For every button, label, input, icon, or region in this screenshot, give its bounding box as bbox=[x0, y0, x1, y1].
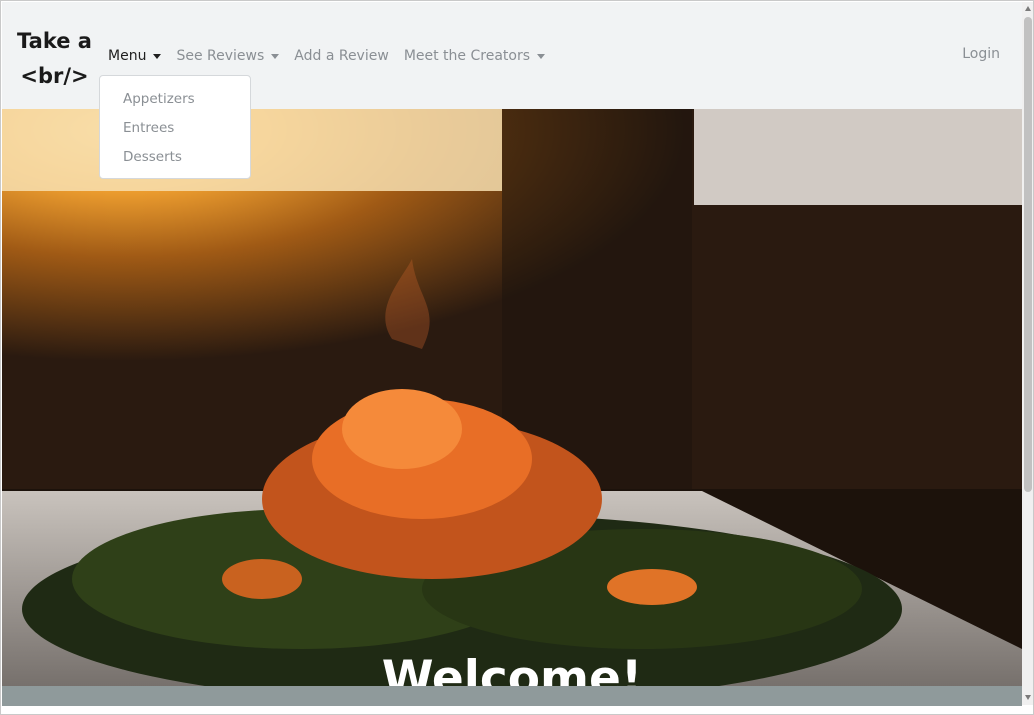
nav-meet-creators-label: Meet the Creators bbox=[403, 48, 531, 64]
brand-line-2: <br/> bbox=[20, 64, 89, 88]
login-link[interactable]: Login bbox=[962, 46, 1000, 62]
browser-viewport: Take a <br/> Menu See Reviews Add a Revi… bbox=[0, 0, 1034, 715]
nav-meet-creators-dropdown[interactable]: Meet the Creators bbox=[403, 48, 546, 64]
food-photo bbox=[2, 109, 1022, 706]
scroll-up-arrow-icon[interactable] bbox=[1025, 6, 1031, 11]
caret-down-icon bbox=[153, 53, 162, 59]
dropdown-item-entrees[interactable]: Entrees bbox=[100, 115, 250, 144]
scrollbar-thumb[interactable] bbox=[1024, 17, 1032, 492]
brand-line-1: Take a bbox=[17, 29, 92, 53]
nav-add-review-link[interactable]: Add a Review bbox=[294, 48, 389, 64]
hero-footer-band bbox=[2, 686, 1022, 706]
nav-see-reviews-label: See Reviews bbox=[176, 48, 265, 64]
brand-logo[interactable]: Take a <br/> bbox=[17, 24, 92, 94]
dropdown-item-desserts[interactable]: Desserts bbox=[100, 144, 250, 173]
hero-image: Welcome! bbox=[2, 109, 1022, 706]
caret-down-icon bbox=[537, 53, 546, 59]
nav-menu-dropdown[interactable]: Menu bbox=[108, 48, 162, 64]
nav-add-review-label: Add a Review bbox=[294, 48, 389, 64]
menu-dropdown-panel: Appetizers Entrees Desserts bbox=[99, 75, 251, 179]
nav-menu-label: Menu bbox=[108, 48, 147, 64]
scroll-down-arrow-icon[interactable] bbox=[1025, 695, 1031, 700]
dropdown-item-appetizers[interactable]: Appetizers bbox=[100, 86, 250, 115]
caret-down-icon bbox=[271, 53, 280, 59]
nav-see-reviews-dropdown[interactable]: See Reviews bbox=[176, 48, 280, 64]
nav-links: Menu See Reviews Add a Review Meet the C… bbox=[108, 46, 560, 66]
